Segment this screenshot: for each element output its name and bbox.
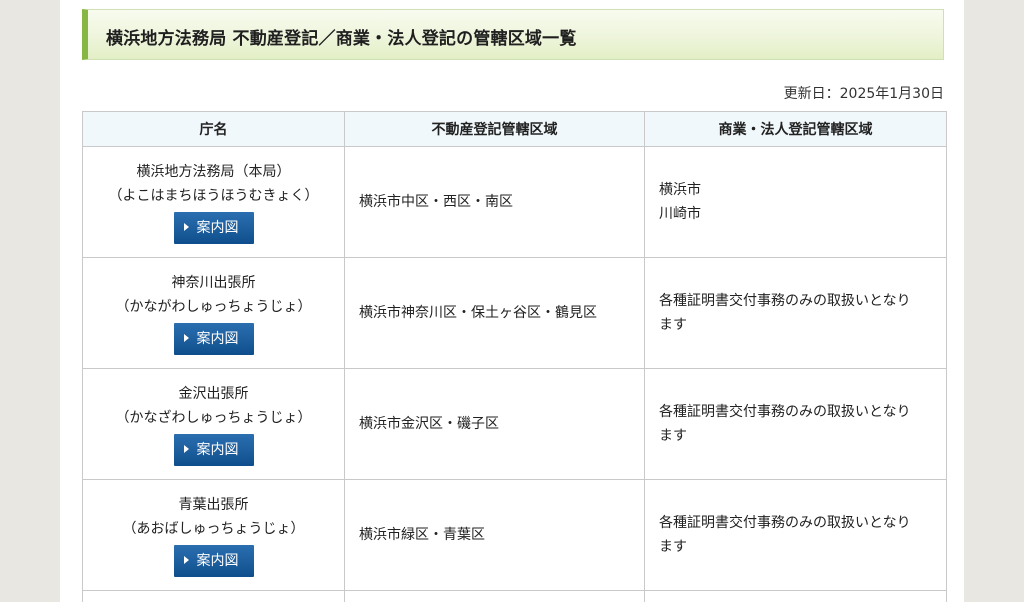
real-estate-area-cell: 横浜市神奈川区・保土ヶ谷区・鶴見区: [344, 257, 645, 369]
real-estate-area-cell: [344, 590, 645, 602]
commercial-area-line: 各種証明書交付事務のみの取扱いとなり: [659, 515, 911, 531]
page-content: 横浜地方法務局 不動産登記／商業・法人登記の管轄区域一覧 更新日：2025年1月…: [60, 0, 964, 602]
arrow-right-icon: [183, 556, 189, 564]
arrow-right-icon: [183, 445, 189, 453]
office-name: 青葉出張所: [178, 497, 249, 513]
column-header-real-estate: 不動産登記管轄区域: [344, 111, 645, 147]
table-row: 神奈川出張所 （かながわしゅっちょうじょ） 案内図 横浜市神奈川区・保土ヶ谷区・…: [82, 257, 947, 369]
commercial-area-line: 横浜市: [659, 182, 701, 198]
map-button[interactable]: 案内図: [173, 434, 254, 466]
table-row: 青葉出張所 （あおばしゅっちょうじょ） 案内図 横浜市緑区・青葉区 各種証明書交…: [82, 479, 947, 591]
table-row: 横浜地方法務局（本局） （よこはまちほうほうむきょく） 案内図 横浜市中区・西区…: [82, 146, 947, 258]
table-row: 金沢出張所 （かなざわしゅっちょうじょ） 案内図 横浜市金沢区・磯子区 各種証明…: [82, 368, 947, 480]
office-reading: （よこはまちほうほうむきょく）: [108, 188, 319, 204]
map-button[interactable]: 案内図: [173, 212, 254, 244]
office-cell: 金沢出張所 （かなざわしゅっちょうじょ） 案内図: [82, 368, 345, 480]
real-estate-area-cell: 横浜市緑区・青葉区: [344, 479, 645, 591]
office-cell: [82, 590, 345, 602]
commercial-area-line: ます: [659, 428, 687, 444]
jurisdiction-table: 庁名 不動産登記管轄区域 商業・法人登記管轄区域 横浜地方法務局（本局） （よこ…: [82, 111, 947, 602]
office-name: 横浜地方法務局（本局）: [136, 164, 291, 180]
map-button[interactable]: 案内図: [173, 545, 254, 577]
map-button-label: 案内図: [196, 220, 239, 236]
real-estate-area-cell: 横浜市金沢区・磯子区: [344, 368, 645, 480]
column-header-office: 庁名: [82, 111, 345, 147]
office-cell: 横浜地方法務局（本局） （よこはまちほうほうむきょく） 案内図: [82, 146, 345, 258]
commercial-area-line: ます: [659, 317, 687, 333]
commercial-area-cell: [644, 590, 947, 602]
page-title: 横浜地方法務局 不動産登記／商業・法人登記の管轄区域一覧: [106, 29, 577, 49]
office-reading: （かながわしゅっちょうじょ）: [115, 299, 312, 315]
arrow-right-icon: [183, 334, 189, 342]
updated-date: 更新日：2025年1月30日: [783, 86, 944, 102]
column-header-commercial: 商業・法人登記管轄区域: [644, 111, 947, 147]
table-row: [82, 590, 947, 602]
office-reading: （あおばしゅっちょうじょ）: [122, 521, 305, 537]
commercial-area-line: 各種証明書交付事務のみの取扱いとなり: [659, 404, 911, 420]
office-reading: （かなざわしゅっちょうじょ）: [115, 410, 312, 426]
commercial-area-line: 各種証明書交付事務のみの取扱いとなり: [659, 293, 911, 309]
table-header-row: 庁名 不動産登記管轄区域 商業・法人登記管轄区域: [82, 111, 947, 147]
real-estate-area-cell: 横浜市中区・西区・南区: [344, 146, 645, 258]
commercial-area-cell: 各種証明書交付事務のみの取扱いとなり ます: [644, 257, 947, 369]
page-title-bar: 横浜地方法務局 不動産登記／商業・法人登記の管轄区域一覧: [82, 9, 944, 60]
map-button-label: 案内図: [196, 331, 239, 347]
map-button[interactable]: 案内図: [173, 323, 254, 355]
commercial-area-line: ます: [659, 539, 687, 555]
office-name: 金沢出張所: [178, 386, 249, 402]
map-button-label: 案内図: [196, 553, 239, 569]
commercial-area-cell: 各種証明書交付事務のみの取扱いとなり ます: [644, 479, 947, 591]
office-cell: 神奈川出張所 （かながわしゅっちょうじょ） 案内図: [82, 257, 345, 369]
commercial-area-line: 川崎市: [659, 206, 701, 222]
office-cell: 青葉出張所 （あおばしゅっちょうじょ） 案内図: [82, 479, 345, 591]
map-button-label: 案内図: [196, 442, 239, 458]
arrow-right-icon: [183, 223, 189, 231]
office-name: 神奈川出張所: [171, 275, 256, 291]
commercial-area-cell: 各種証明書交付事務のみの取扱いとなり ます: [644, 368, 947, 480]
commercial-area-cell: 横浜市 川崎市: [644, 146, 947, 258]
